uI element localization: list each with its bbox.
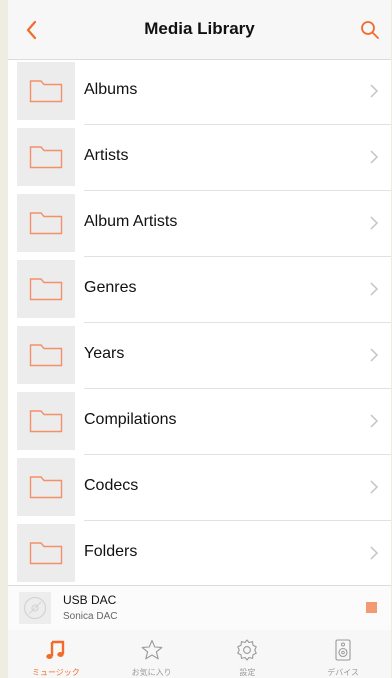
list-item-codecs[interactable]: Codecs xyxy=(8,455,391,521)
disc-icon xyxy=(23,596,47,620)
folder-icon xyxy=(29,542,63,565)
list-item-label: Artists xyxy=(84,147,129,164)
star-icon xyxy=(141,639,162,660)
folder-thumbnail xyxy=(17,392,75,450)
list-item-label: Years xyxy=(84,345,125,362)
tab-bar: ミュージック お気に入り 設定 デバイス xyxy=(8,630,391,678)
speaker-icon xyxy=(335,639,351,661)
stop-icon[interactable] xyxy=(366,602,377,613)
library-list: Albums Artists Album Artists Genres Year… xyxy=(8,59,391,587)
folder-icon xyxy=(29,212,63,235)
chevron-right-icon xyxy=(370,282,379,296)
chevron-right-icon xyxy=(370,348,379,362)
folder-icon xyxy=(29,146,63,169)
tab-label: ミュージック xyxy=(31,668,80,677)
folder-icon xyxy=(29,80,63,103)
list-item-label: Genres xyxy=(84,279,137,296)
navigation-bar: Media Library xyxy=(8,0,391,60)
list-item-label: Folders xyxy=(84,543,138,560)
folder-thumbnail xyxy=(17,62,75,120)
list-item-album-artists[interactable]: Album Artists xyxy=(8,191,391,257)
list-item-folders[interactable]: Folders xyxy=(8,521,391,587)
folder-icon xyxy=(29,278,63,301)
tab-favorites[interactable]: お気に入り xyxy=(104,630,200,678)
tab-label: 設定 xyxy=(239,668,256,677)
list-item-genres[interactable]: Genres xyxy=(8,257,391,323)
folder-thumbnail xyxy=(17,326,75,384)
chevron-left-icon[interactable] xyxy=(20,18,44,42)
tab-settings[interactable]: 設定 xyxy=(200,630,296,678)
tab-music[interactable]: ミュージック xyxy=(8,630,104,678)
page-title: Media Library xyxy=(144,19,255,38)
chevron-right-icon xyxy=(370,414,379,428)
list-item-label: Album Artists xyxy=(84,213,178,230)
list-item-years[interactable]: Years xyxy=(8,323,391,389)
chevron-right-icon xyxy=(370,84,379,98)
gear-icon xyxy=(237,639,258,661)
folder-thumbnail xyxy=(17,128,75,186)
list-item-label: Compilations xyxy=(84,411,177,428)
player-device-name: USB DAC xyxy=(63,593,117,607)
app-screen: Media Library Albums Artists Album Artis… xyxy=(8,0,391,678)
tab-label: デバイス xyxy=(327,668,359,677)
music-note-icon xyxy=(46,640,65,659)
folder-thumbnail xyxy=(17,260,75,318)
search-icon[interactable] xyxy=(359,19,381,41)
list-item-compilations[interactable]: Compilations xyxy=(8,389,391,455)
chevron-right-icon xyxy=(370,150,379,164)
folder-icon xyxy=(29,410,63,433)
folder-thumbnail xyxy=(17,458,75,516)
chevron-right-icon xyxy=(370,480,379,494)
folder-thumbnail xyxy=(17,524,75,582)
tab-label: お気に入り xyxy=(131,668,172,677)
folder-icon xyxy=(29,344,63,367)
list-item-artists[interactable]: Artists xyxy=(8,125,391,191)
chevron-right-icon xyxy=(370,216,379,230)
now-playing-bar[interactable]: USB DAC Sonica DAC xyxy=(8,585,391,631)
folder-thumbnail xyxy=(17,194,75,252)
tab-devices[interactable]: デバイス xyxy=(295,630,391,678)
list-item-label: Albums xyxy=(84,81,138,98)
folder-icon xyxy=(29,476,63,499)
album-art xyxy=(19,592,51,624)
list-item-albums[interactable]: Albums xyxy=(8,59,391,125)
list-item-label: Codecs xyxy=(84,477,139,494)
player-device-model: Sonica DAC xyxy=(63,611,118,622)
chevron-right-icon xyxy=(370,546,379,560)
